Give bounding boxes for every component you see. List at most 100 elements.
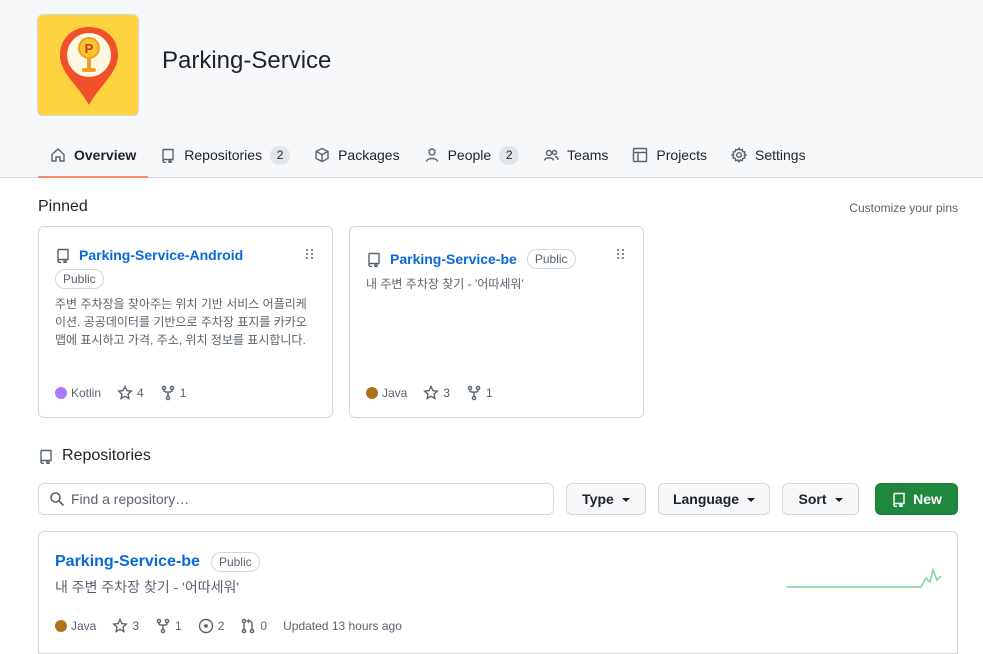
pull-request-count: 0 bbox=[260, 619, 268, 633]
repo-link[interactable]: Parking-Service-be bbox=[55, 553, 200, 571]
updated-timestamp: Updated 13 hours ago bbox=[283, 619, 402, 633]
repo-icon bbox=[368, 252, 380, 267]
stars[interactable]: 4 bbox=[117, 385, 144, 401]
language-color-dot bbox=[55, 387, 67, 399]
visibility-badge: Public bbox=[210, 552, 260, 572]
repositories-heading-label: Repositories bbox=[62, 447, 151, 464]
org-header: P Parking-Service Overview Repositories … bbox=[0, 0, 983, 178]
tab-label: Settings bbox=[754, 147, 806, 163]
issues[interactable]: 2 bbox=[198, 618, 225, 634]
fork-icon bbox=[156, 618, 170, 634]
repository-list: Parking-Service-be Public 내 주변 주차장 찾기 - … bbox=[38, 531, 958, 654]
drag-handle-icon[interactable] bbox=[617, 249, 625, 261]
pinned-repo-meta: Java 3 1 bbox=[366, 385, 509, 401]
forks[interactable]: 1 bbox=[160, 385, 187, 401]
language-name: Kotlin bbox=[71, 386, 102, 400]
table-icon bbox=[633, 147, 648, 163]
pinned-card: Parking-Service-be Public 내 주변 주차장 찾기 - … bbox=[349, 226, 644, 418]
home-icon bbox=[51, 148, 65, 162]
fork-count: 1 bbox=[179, 386, 187, 400]
language-name: Java bbox=[382, 386, 408, 400]
package-icon bbox=[315, 147, 329, 163]
issue-icon bbox=[198, 618, 213, 634]
fork-icon bbox=[467, 385, 481, 401]
star-icon bbox=[423, 385, 440, 400]
stars[interactable]: 3 bbox=[112, 618, 139, 634]
tab-label: Teams bbox=[567, 147, 609, 163]
repositories-count: 2 bbox=[270, 145, 291, 165]
sort-label: Sort bbox=[798, 491, 827, 507]
repo-icon bbox=[40, 449, 52, 464]
pinned-repo-description: 주변 주차장을 찾아주는 위치 기반 서비스 어플리케이션. 공공데이터를 기반… bbox=[55, 297, 307, 347]
pinned-repo-link[interactable]: Parking-Service-Android bbox=[79, 247, 243, 263]
org-avatar[interactable]: P bbox=[37, 14, 139, 116]
star-count: 3 bbox=[132, 619, 140, 633]
visibility-badge: Public bbox=[526, 249, 576, 269]
language: Java bbox=[55, 619, 96, 633]
activity-sparkline bbox=[787, 567, 942, 588]
people-icon bbox=[543, 149, 559, 161]
tab-overview[interactable]: Overview bbox=[38, 133, 149, 178]
forks[interactable]: 1 bbox=[466, 385, 493, 401]
repo-icon bbox=[162, 148, 174, 163]
search-input[interactable] bbox=[71, 491, 531, 507]
tab-people[interactable]: People 2 bbox=[412, 133, 532, 177]
tab-label: Projects bbox=[656, 147, 707, 163]
repo-description: 내 주변 주차장 찾기 - '어따세워' bbox=[55, 579, 240, 595]
pinned-title: Pinned bbox=[38, 198, 88, 215]
tab-teams[interactable]: Teams bbox=[531, 133, 620, 177]
person-icon bbox=[425, 148, 438, 162]
star-count: 3 bbox=[443, 386, 451, 400]
pull-request-icon bbox=[242, 618, 255, 634]
drag-handle-icon[interactable] bbox=[306, 249, 314, 261]
new-repository-button[interactable]: New bbox=[875, 483, 958, 515]
pinned-card: Parking-Service-Android Public 주변 주차장을 찾… bbox=[38, 226, 333, 418]
org-name: Parking-Service bbox=[162, 47, 332, 74]
tab-settings[interactable]: Settings bbox=[719, 133, 818, 177]
gear-icon bbox=[730, 147, 747, 163]
pinned-repo-description: 내 주변 주차장 찾기 - '어따세워' bbox=[366, 277, 524, 291]
search-icon bbox=[50, 492, 65, 507]
issue-count: 2 bbox=[217, 619, 225, 633]
type-filter-label: Type bbox=[582, 491, 614, 507]
chevron-down-icon bbox=[621, 498, 630, 502]
pinned-repo-link[interactable]: Parking-Service-be bbox=[390, 251, 517, 267]
language-filter-label: Language bbox=[672, 491, 740, 507]
repositories-heading: Repositories bbox=[38, 447, 151, 465]
repo-icon bbox=[893, 492, 905, 507]
language-color-dot bbox=[366, 387, 378, 399]
customize-pins-link[interactable]: Customize your pins bbox=[849, 201, 958, 215]
language-name: Java bbox=[71, 619, 97, 633]
repo-icon bbox=[57, 248, 69, 263]
svg-text:P: P bbox=[85, 41, 94, 56]
star-icon bbox=[117, 385, 133, 400]
forks[interactable]: 1 bbox=[155, 618, 182, 634]
tab-repositories[interactable]: Repositories 2 bbox=[148, 133, 302, 177]
tab-label: People bbox=[447, 147, 492, 163]
star-count: 4 bbox=[137, 386, 144, 400]
org-nav: Overview Repositories 2 Packages People … bbox=[38, 133, 818, 178]
fork-count: 1 bbox=[486, 386, 493, 400]
tab-packages[interactable]: Packages bbox=[302, 133, 411, 177]
list-item: Parking-Service-be Public 내 주변 주차장 찾기 - … bbox=[39, 532, 957, 654]
new-button-label: New bbox=[913, 491, 942, 507]
type-filter-button[interactable]: Type bbox=[566, 483, 646, 515]
language-filter-button[interactable]: Language bbox=[658, 483, 770, 515]
people-count: 2 bbox=[499, 145, 520, 165]
repo-meta: Java 3 1 2 0 Updated 13 hours ago bbox=[55, 618, 402, 634]
language: Java bbox=[366, 386, 407, 400]
pull-requests[interactable]: 0 bbox=[240, 618, 267, 634]
parking-pin-icon: P bbox=[60, 27, 118, 105]
tab-projects[interactable]: Projects bbox=[620, 133, 719, 177]
visibility-badge: Public bbox=[55, 269, 104, 289]
sort-button[interactable]: Sort bbox=[782, 483, 859, 515]
star-icon bbox=[112, 618, 129, 633]
fork-count: 1 bbox=[175, 619, 182, 633]
stars[interactable]: 3 bbox=[423, 385, 450, 401]
chevron-down-icon bbox=[834, 498, 843, 502]
fork-icon bbox=[161, 385, 175, 401]
tab-label: Packages bbox=[338, 147, 400, 163]
tab-label: Overview bbox=[74, 147, 137, 163]
language: Kotlin bbox=[55, 386, 101, 400]
repo-search[interactable] bbox=[38, 483, 554, 515]
